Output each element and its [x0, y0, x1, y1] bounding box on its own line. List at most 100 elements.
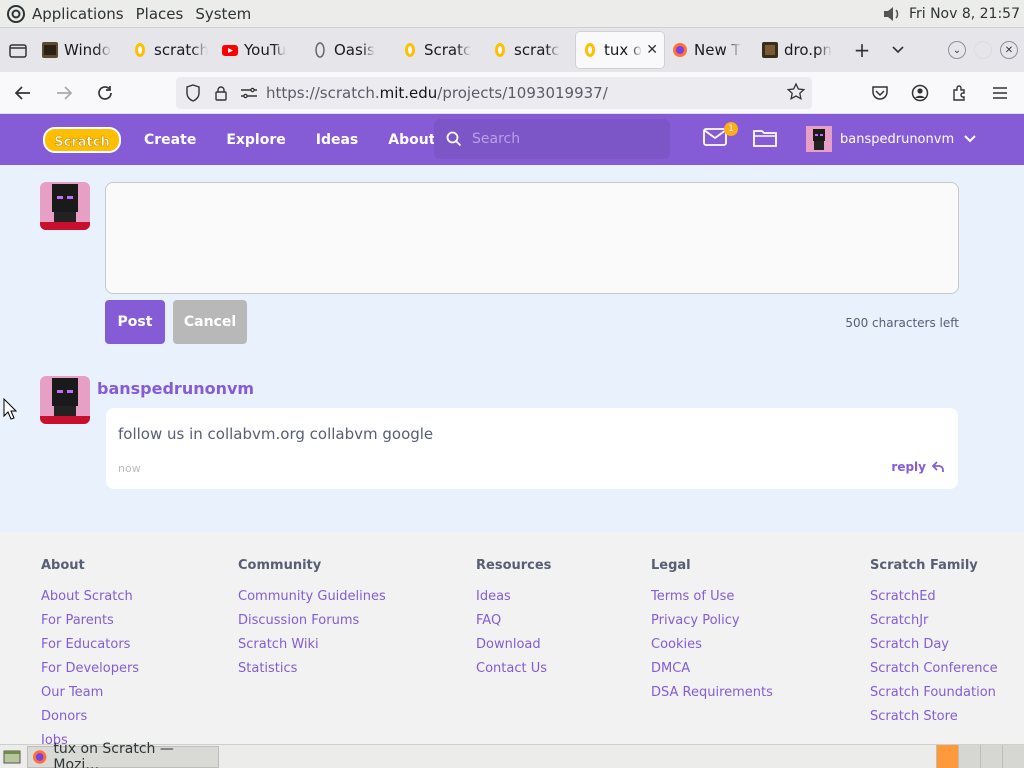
arrow-right-icon	[57, 85, 73, 100]
tab-overview-button[interactable]	[0, 28, 36, 72]
footer-link[interactable]: Scratch Foundation	[870, 681, 998, 705]
footer-column-title: Resources	[476, 558, 552, 573]
system-menu[interactable]: System	[195, 5, 251, 23]
applications-menu[interactable]: Applications	[32, 5, 124, 23]
arrow-left-icon	[14, 85, 30, 100]
svg-text:Scratch: Scratch	[54, 135, 109, 150]
footer-link[interactable]: ScratchEd	[870, 585, 998, 609]
footer-link[interactable]: Contact Us	[476, 657, 551, 681]
footer-link[interactable]: Donors	[41, 705, 139, 729]
footer-column-title: Scratch Family	[870, 558, 978, 573]
footer-link[interactable]: Scratch Day	[870, 633, 998, 657]
footer-link[interactable]: For Educators	[41, 633, 139, 657]
characters-left-text: 500 characters left	[845, 316, 959, 330]
distro-logo-icon[interactable]	[6, 4, 26, 24]
my-stuff-folder-icon[interactable]	[753, 128, 777, 148]
comment-textarea[interactable]	[105, 182, 959, 294]
bottom-taskbar: tux on Scratch — Mozi…	[0, 741, 1024, 768]
browser-tab-4[interactable]: Scratc	[396, 32, 484, 68]
footer-link[interactable]: Scratch Wiki	[238, 633, 386, 657]
browser-tab-2[interactable]: YouTu	[216, 32, 304, 68]
footer-link[interactable]: For Developers	[41, 657, 139, 681]
permissions-icon[interactable]	[238, 82, 260, 104]
reload-button[interactable]	[87, 75, 123, 111]
reply-button[interactable]: reply	[891, 460, 944, 474]
places-menu[interactable]: Places	[136, 5, 184, 23]
scratch-search-box[interactable]: Search	[434, 119, 670, 159]
shield-icon[interactable]	[182, 82, 204, 104]
chevron-down-icon	[964, 135, 976, 143]
browser-tab-3[interactable]: Oasis	[306, 32, 394, 68]
commenter-avatar[interactable]	[40, 376, 90, 424]
account-menu[interactable]: banspedrunonvm	[806, 126, 976, 152]
youtube-icon	[222, 45, 238, 56]
browser-tab-1[interactable]: scratch	[126, 32, 214, 68]
nav-about[interactable]: About	[388, 132, 435, 148]
close-tab-icon[interactable]: ✕	[646, 42, 658, 58]
minimize-button[interactable]	[974, 41, 992, 59]
footer-link[interactable]: For Parents	[41, 609, 139, 633]
lock-icon[interactable]	[210, 82, 232, 104]
account-button[interactable]	[902, 75, 938, 111]
workspace-1[interactable]	[936, 745, 958, 768]
comment-card: follow us in collabvm.org collabvm googl…	[106, 408, 958, 489]
nav-ideas[interactable]: Ideas	[316, 132, 359, 148]
post-button[interactable]: Post	[105, 300, 165, 344]
comment-username-link[interactable]: banspedrunonvm	[97, 379, 254, 398]
nav-create[interactable]: Create	[144, 132, 196, 148]
workspace-3[interactable]	[980, 745, 1002, 768]
footer-link[interactable]: DSA Requirements	[651, 681, 773, 705]
url-text[interactable]: https://scratch.mit.edu/projects/1093019…	[266, 84, 608, 102]
footer-link[interactable]: Scratch Conference	[870, 657, 998, 681]
nav-explore[interactable]: Explore	[226, 132, 285, 148]
footer-link[interactable]: Discussion Forums	[238, 609, 386, 633]
footer-link[interactable]: Community Guidelines	[238, 585, 386, 609]
comment-text: follow us in collabvm.org collabvm googl…	[118, 425, 434, 443]
footer-link[interactable]: Our Team	[41, 681, 139, 705]
workspace-4[interactable]	[1002, 745, 1024, 768]
taskbar-window-firefox[interactable]: tux on Scratch — Mozi…	[27, 741, 219, 768]
bookmark-star-icon[interactable]	[786, 82, 806, 106]
scratch-logo[interactable]: Scratch	[42, 125, 122, 155]
close-window-button[interactable]: ✕	[1000, 41, 1018, 59]
footer-link[interactable]: Download	[476, 633, 551, 657]
workspace-2[interactable]	[958, 745, 980, 768]
footer-link[interactable]: DMCA	[651, 657, 773, 681]
back-button[interactable]	[5, 75, 41, 111]
address-bar[interactable]: https://scratch.mit.edu/projects/1093019…	[176, 77, 812, 109]
footer-link[interactable]: Terms of Use	[651, 585, 773, 609]
forward-button[interactable]	[46, 75, 82, 111]
cancel-button[interactable]: Cancel	[173, 300, 247, 344]
browser-tab-8[interactable]: dro.pn	[756, 32, 844, 68]
tab-title: Windo	[64, 41, 111, 59]
footer-link[interactable]: FAQ	[476, 609, 551, 633]
footer-link[interactable]: Cookies	[651, 633, 773, 657]
volume-icon[interactable]	[881, 4, 903, 24]
scratch-header: Scratch Create Explore Ideas About Searc…	[0, 114, 1024, 165]
reply-arrow-icon	[932, 461, 944, 472]
footer-link[interactable]: Statistics	[238, 657, 386, 681]
browser-tab-6[interactable]: tux o ✕	[576, 32, 664, 68]
footer-link[interactable]: ScratchJr	[870, 609, 998, 633]
search-input[interactable]: Search	[472, 131, 520, 147]
footer-link[interactable]: Privacy Policy	[651, 609, 773, 633]
browser-tab-0[interactable]: Windo	[36, 32, 124, 68]
tab-title: New T	[694, 41, 741, 59]
pocket-button[interactable]	[862, 75, 898, 111]
workspace-switcher[interactable]	[936, 745, 1024, 768]
footer-link[interactable]: Ideas	[476, 585, 551, 609]
footer-link[interactable]: About Scratch	[41, 585, 139, 609]
new-tab-button[interactable]: +	[844, 32, 880, 68]
footer-link[interactable]: Scratch Store	[870, 705, 998, 729]
app-menu-button[interactable]	[982, 75, 1018, 111]
firefox-icon	[32, 749, 47, 764]
list-all-tabs-button[interactable]	[880, 32, 916, 68]
window-menu-button[interactable]: ⌄	[948, 41, 966, 59]
chevron-down-icon: ⌄	[952, 44, 962, 56]
browser-tab-5[interactable]: scratc	[486, 32, 574, 68]
clock[interactable]: Fri Nov 8, 21:57	[909, 6, 1020, 22]
browser-tab-7[interactable]: New T	[666, 32, 754, 68]
show-desktop-icon[interactable]	[3, 749, 21, 765]
firefox-icon	[673, 43, 687, 57]
extensions-button[interactable]	[942, 75, 978, 111]
